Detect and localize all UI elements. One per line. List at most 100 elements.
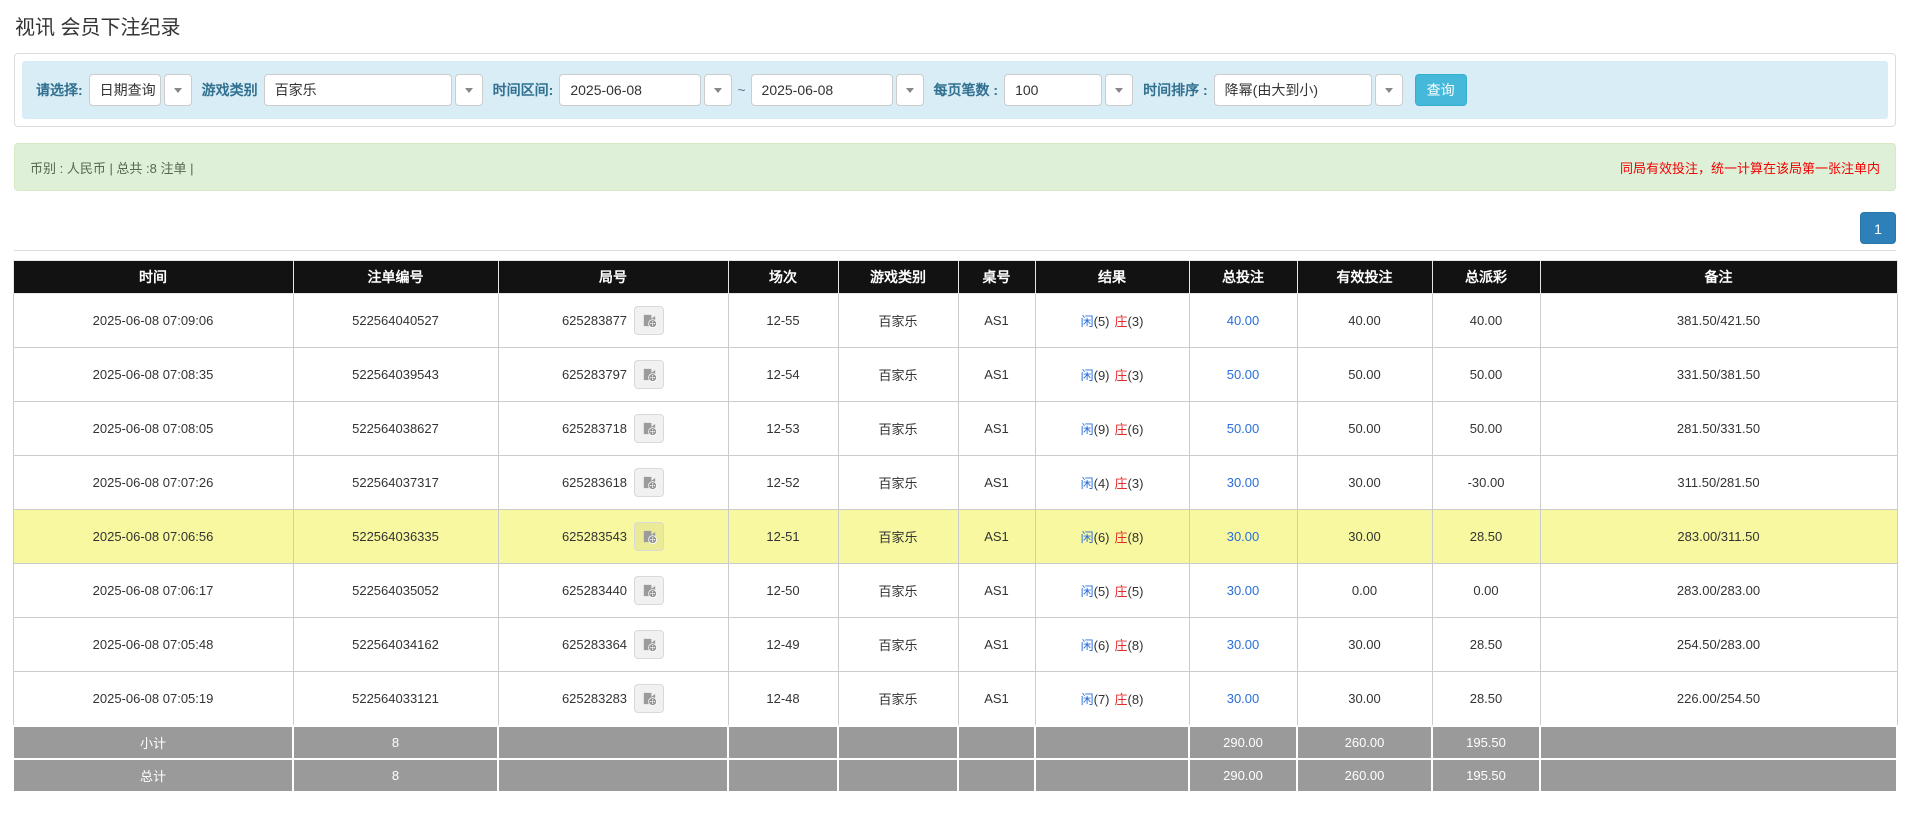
search-button[interactable]: 查询 [1415, 74, 1467, 106]
time-sort-select[interactable]: 降幂(由大到小) [1214, 74, 1403, 106]
cell-table-no: AS1 [958, 510, 1035, 564]
chevron-down-icon[interactable] [704, 74, 732, 106]
date-from-value[interactable]: 2025-06-08 [559, 74, 701, 106]
cell-round-id: 625283718 [498, 402, 728, 456]
chevron-down-icon[interactable] [455, 74, 483, 106]
total-bet-link[interactable]: 30.00 [1227, 637, 1260, 652]
player-result-score: (9) [1094, 422, 1110, 437]
table-row: 2025-06-08 07:08:35 522564039543 6252837… [13, 348, 1897, 402]
chevron-down-icon[interactable] [164, 74, 192, 106]
video-replay-button[interactable] [634, 360, 664, 389]
cell-game-type: 百家乐 [838, 294, 958, 348]
cell-result: 闲(6)庄(8) [1035, 510, 1189, 564]
total-bet-link[interactable]: 40.00 [1227, 313, 1260, 328]
game-type-label: 游戏类别 [202, 80, 258, 100]
cell-round-id: 625283618 [498, 456, 728, 510]
cell-bet-id: 522564039543 [293, 348, 498, 402]
cell-session: 12-51 [728, 510, 838, 564]
video-replay-button[interactable] [634, 306, 664, 335]
cell-game-type: 百家乐 [838, 564, 958, 618]
total-bet-link[interactable]: 30.00 [1227, 529, 1260, 544]
filter-bar: 请选择: 日期查询 游戏类别 百家乐 时间区间: 2025-06-08 ~ 20… [22, 61, 1888, 119]
date-to-value[interactable]: 2025-06-08 [751, 74, 893, 106]
total-bet-link[interactable]: 30.00 [1227, 583, 1260, 598]
video-replay-button[interactable] [634, 414, 664, 443]
video-replay-button[interactable] [634, 630, 664, 659]
round-id-value: 625283364 [562, 637, 627, 652]
game-type-value[interactable]: 百家乐 [264, 74, 452, 106]
page-size-select[interactable]: 100 [1004, 74, 1133, 106]
video-film-icon [641, 474, 658, 491]
cell-payout: 28.50 [1432, 510, 1540, 564]
col-session: 场次 [728, 261, 838, 294]
time-sort-value[interactable]: 降幂(由大到小) [1214, 74, 1372, 106]
chevron-down-icon[interactable] [1105, 74, 1133, 106]
video-film-icon [641, 582, 658, 599]
cell-time: 2025-06-08 07:08:35 [13, 348, 293, 402]
round-id-value: 625283543 [562, 529, 627, 544]
cell-round-id: 625283283 [498, 672, 728, 726]
total-bet-link[interactable]: 50.00 [1227, 421, 1260, 436]
cell-note: 311.50/281.50 [1540, 456, 1897, 510]
page-1-button[interactable]: 1 [1860, 212, 1896, 244]
cell-payout: 28.50 [1432, 672, 1540, 726]
cell-total-bet: 40.00 [1189, 294, 1297, 348]
cell-game-type: 百家乐 [838, 510, 958, 564]
col-round-id: 局号 [498, 261, 728, 294]
cell-game-type: 百家乐 [838, 618, 958, 672]
currency-summary-text: 币别 : 人民币 | 总共 :8 注单 | [30, 158, 194, 177]
cell-valid-bet: 50.00 [1297, 348, 1432, 402]
banker-result-label: 庄 [1115, 530, 1128, 545]
banker-result-score: (5) [1128, 584, 1144, 599]
cell-result: 闲(4)庄(3) [1035, 456, 1189, 510]
date-from-select[interactable]: 2025-06-08 [559, 74, 732, 106]
page-size-value[interactable]: 100 [1004, 74, 1102, 106]
video-replay-button[interactable] [634, 684, 664, 713]
cell-result: 闲(9)庄(6) [1035, 402, 1189, 456]
cell-game-type: 百家乐 [838, 348, 958, 402]
table-row: 2025-06-08 07:07:26 522564037317 6252836… [13, 456, 1897, 510]
cell-total-bet: 30.00 [1189, 564, 1297, 618]
banker-result-score: (8) [1128, 638, 1144, 653]
cell-valid-bet: 0.00 [1297, 564, 1432, 618]
total-valid-bet: 260.00 [1297, 759, 1432, 792]
query-type-value[interactable]: 日期查询 [89, 74, 161, 106]
cell-total-bet: 30.00 [1189, 456, 1297, 510]
date-to-select[interactable]: 2025-06-08 [751, 74, 924, 106]
player-result-label: 闲 [1081, 692, 1094, 707]
table-row: 2025-06-08 07:05:48 522564034162 6252833… [13, 618, 1897, 672]
video-film-icon [641, 528, 658, 545]
video-replay-button[interactable] [634, 576, 664, 605]
subtotal-valid-bet: 260.00 [1297, 726, 1432, 759]
total-bet-link[interactable]: 30.00 [1227, 691, 1260, 706]
total-payout: 195.50 [1432, 759, 1540, 792]
query-type-select[interactable]: 日期查询 [89, 74, 192, 106]
total-row: 总计 8 290.00 260.00 195.50 [13, 759, 1897, 792]
cell-table-no: AS1 [958, 672, 1035, 726]
banker-result-label: 庄 [1115, 476, 1128, 491]
game-type-select[interactable]: 百家乐 [264, 74, 483, 106]
banker-result-score: (6) [1128, 422, 1144, 437]
banker-result-score: (3) [1128, 314, 1144, 329]
player-result-score: (6) [1094, 638, 1110, 653]
col-valid-bet: 有效投注 [1297, 261, 1432, 294]
table-row: 2025-06-08 07:09:06 522564040527 6252838… [13, 294, 1897, 348]
cell-valid-bet: 40.00 [1297, 294, 1432, 348]
banker-result-score: (3) [1128, 368, 1144, 383]
chevron-down-icon[interactable] [896, 74, 924, 106]
total-bet-link[interactable]: 30.00 [1227, 475, 1260, 490]
chevron-down-icon[interactable] [1375, 74, 1403, 106]
cell-session: 12-55 [728, 294, 838, 348]
cell-total-bet: 30.00 [1189, 510, 1297, 564]
player-result-score: (7) [1094, 692, 1110, 707]
total-bet-link[interactable]: 50.00 [1227, 367, 1260, 382]
summary-bar: 币别 : 人民币 | 总共 :8 注单 | 同局有效投注，统一计算在该局第一张注… [14, 143, 1896, 191]
pagination: 1 [14, 212, 1896, 251]
video-replay-button[interactable] [634, 468, 664, 497]
video-replay-button[interactable] [634, 522, 664, 551]
subtotal-row: 小计 8 290.00 260.00 195.50 [13, 726, 1897, 759]
cell-round-id: 625283543 [498, 510, 728, 564]
cell-result: 闲(7)庄(8) [1035, 672, 1189, 726]
cell-round-id: 625283797 [498, 348, 728, 402]
cell-bet-id: 522564035052 [293, 564, 498, 618]
